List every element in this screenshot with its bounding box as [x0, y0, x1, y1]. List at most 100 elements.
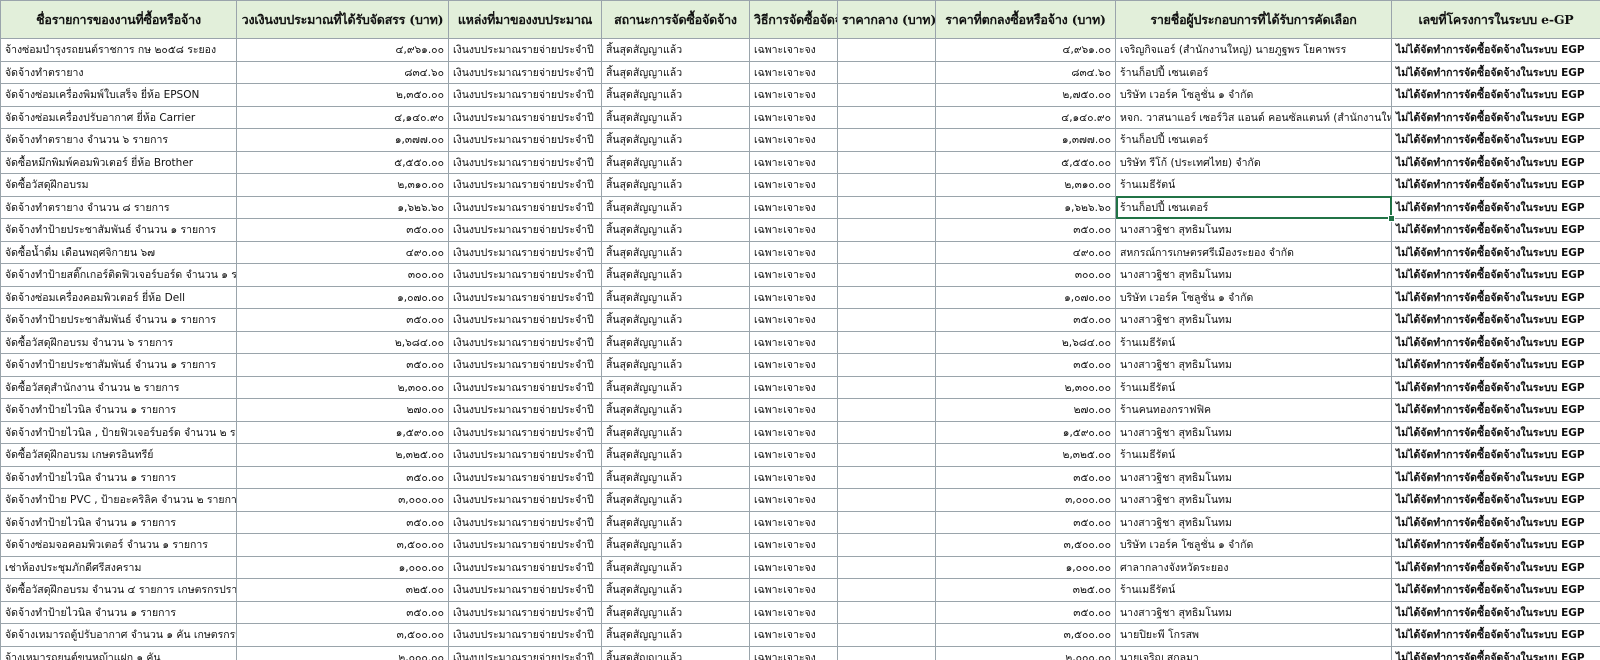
header-cell-status[interactable]: สถานะการจัดซื้อจัดจ้าง [601, 0, 750, 39]
cell-item-name[interactable]: จัดซื้อวัสดุสำนักงาน จำนวน ๒ รายการ [0, 375, 237, 399]
cell-vendor[interactable]: นางสาวฐิชา สุทธิมโนทม [1115, 465, 1392, 489]
cell-item-name[interactable]: จัดจ้างทำป้ายไวนิล จำนวน ๑ รายการ [0, 465, 237, 489]
cell-method[interactable]: เฉพาะเจาะจง [749, 375, 838, 399]
cell-budget-source[interactable]: เงินงบประมาณรายจ่ายประจำปี [448, 128, 602, 152]
cell-egp-number[interactable]: ไม่ได้จัดทำการจัดซื้อจัดจ้างในระบบ EGP [1391, 375, 1600, 399]
cell-egp-number[interactable]: ไม่ได้จัดทำการจัดซื้อจัดจ้างในระบบ EGP [1391, 600, 1600, 624]
cell-method[interactable]: เฉพาะเจาะจง [749, 488, 838, 512]
cell-budget[interactable]: ๑,๐๗๐.๐๐ [236, 285, 449, 309]
cell-item-name[interactable]: จัดจ้างทำป้ายไวนิล , ป้ายฟิวเจอร์บอร์ด จ… [0, 420, 237, 444]
cell-item-name[interactable]: จัดจ้างทำป้ายไวนิล จำนวน ๑ รายการ [0, 600, 237, 624]
cell-median-price[interactable] [837, 308, 936, 332]
cell-agreed-price[interactable]: ๘๓๔.๖๐ [935, 60, 1116, 84]
cell-item-name[interactable]: จัดจ้างทำตรายาง จำนวน ๖ รายการ [0, 128, 237, 152]
header-cell-method[interactable]: วิธีการจัดซื้อจัดจ้าง [749, 0, 838, 39]
cell-median-price[interactable] [837, 173, 936, 197]
cell-vendor[interactable]: นางสาวฐิชา สุทธิมโนทม [1115, 353, 1392, 377]
cell-status[interactable]: สิ้นสุดสัญญาแล้ว [601, 263, 750, 287]
cell-budget[interactable]: ๓๕๐.๐๐ [236, 600, 449, 624]
cell-item-name[interactable]: จัดจ้างซ่อมเครื่องคอมพิวเตอร์ ยี่ห้อ Del… [0, 285, 237, 309]
cell-method[interactable]: เฉพาะเจาะจง [749, 420, 838, 444]
cell-status[interactable]: สิ้นสุดสัญญาแล้ว [601, 555, 750, 579]
cell-median-price[interactable] [837, 150, 936, 174]
cell-budget-source[interactable]: เงินงบประมาณรายจ่ายประจำปี [448, 173, 602, 197]
cell-egp-number[interactable]: ไม่ได้จัดทำการจัดซื้อจัดจ้างในระบบ EGP [1391, 578, 1600, 602]
cell-budget[interactable]: ๕,๕๕๐.๐๐ [236, 150, 449, 174]
cell-agreed-price[interactable]: ๓๕๐.๐๐ [935, 600, 1116, 624]
cell-item-name[interactable]: จัดจ้างทำป้ายไวนิล จำนวน ๑ รายการ [0, 510, 237, 534]
cell-budget[interactable]: ๒๗๐.๐๐ [236, 398, 449, 422]
cell-median-price[interactable] [837, 240, 936, 264]
cell-budget[interactable]: ๒,๓๕๐.๐๐ [236, 83, 449, 107]
cell-method[interactable]: เฉพาะเจาะจง [749, 578, 838, 602]
cell-budget[interactable]: ๓๕๐.๐๐ [236, 465, 449, 489]
cell-budget-source[interactable]: เงินงบประมาณรายจ่ายประจำปี [448, 285, 602, 309]
cell-egp-number[interactable]: ไม่ได้จัดทำการจัดซื้อจัดจ้างในระบบ EGP [1391, 83, 1600, 107]
cell-vendor[interactable]: บริษัท เวอร์ค โซลูชั่น ๑ จำกัด [1115, 533, 1392, 557]
cell-agreed-price[interactable]: ๓,๐๐๐.๐๐ [935, 488, 1116, 512]
cell-agreed-price[interactable]: ๓๕๐.๐๐ [935, 353, 1116, 377]
header-cell-budget[interactable]: วงเงินงบประมาณที่ได้รับจัดสรร (บาท) [236, 0, 449, 39]
cell-status[interactable]: สิ้นสุดสัญญาแล้ว [601, 353, 750, 377]
cell-budget-source[interactable]: เงินงบประมาณรายจ่ายประจำปี [448, 240, 602, 264]
cell-egp-number[interactable]: ไม่ได้จัดทำการจัดซื้อจัดจ้างในระบบ EGP [1391, 645, 1600, 660]
cell-budget[interactable]: ๒,๓๑๐.๐๐ [236, 173, 449, 197]
cell-budget[interactable]: ๓๕๐.๐๐ [236, 510, 449, 534]
cell-method[interactable]: เฉพาะเจาะจง [749, 38, 838, 62]
cell-median-price[interactable] [837, 60, 936, 84]
cell-egp-number[interactable]: ไม่ได้จัดทำการจัดซื้อจัดจ้างในระบบ EGP [1391, 443, 1600, 467]
cell-median-price[interactable] [837, 105, 936, 129]
cell-agreed-price[interactable]: ๒,๓๐๐.๐๐ [935, 375, 1116, 399]
cell-vendor[interactable]: นางสาวฐิชา สุทธิมโนทม [1115, 600, 1392, 624]
cell-agreed-price[interactable]: ๓,๕๐๐.๐๐ [935, 533, 1116, 557]
cell-median-price[interactable] [837, 398, 936, 422]
header-cell-item-name[interactable]: ชื่อรายการของงานที่ซื้อหรือจ้าง [0, 0, 237, 39]
cell-budget-source[interactable]: เงินงบประมาณรายจ่ายประจำปี [448, 105, 602, 129]
cell-item-name[interactable]: จัดจ้างทำป้ายสติ๊กเกอร์ติดฟิวเจอร์บอร์ด … [0, 263, 237, 287]
cell-budget-source[interactable]: เงินงบประมาณรายจ่ายประจำปี [448, 150, 602, 174]
header-cell-agreed-price[interactable]: ราคาที่ตกลงซื้อหรือจ้าง (บาท) [935, 0, 1116, 39]
cell-method[interactable]: เฉพาะเจาะจง [749, 623, 838, 647]
cell-egp-number[interactable]: ไม่ได้จัดทำการจัดซื้อจัดจ้างในระบบ EGP [1391, 218, 1600, 242]
cell-method[interactable]: เฉพาะเจาะจง [749, 60, 838, 84]
cell-status[interactable]: สิ้นสุดสัญญาแล้ว [601, 285, 750, 309]
cell-agreed-price[interactable]: ๒,๓๒๕.๐๐ [935, 443, 1116, 467]
cell-agreed-price[interactable]: ๑,๖๒๖.๖๐ [935, 195, 1116, 219]
cell-budget-source[interactable]: เงินงบประมาณรายจ่ายประจำปี [448, 533, 602, 557]
cell-method[interactable]: เฉพาะเจาะจง [749, 600, 838, 624]
cell-budget-source[interactable]: เงินงบประมาณรายจ่ายประจำปี [448, 510, 602, 534]
cell-budget[interactable]: ๑,๓๗๗.๐๐ [236, 128, 449, 152]
cell-median-price[interactable] [837, 600, 936, 624]
cell-status[interactable]: สิ้นสุดสัญญาแล้ว [601, 173, 750, 197]
cell-budget-source[interactable]: เงินงบประมาณรายจ่ายประจำปี [448, 195, 602, 219]
cell-egp-number[interactable]: ไม่ได้จัดทำการจัดซื้อจัดจ้างในระบบ EGP [1391, 623, 1600, 647]
header-cell-budget-source[interactable]: แหล่งที่มาของงบประมาณ [448, 0, 602, 39]
cell-median-price[interactable] [837, 83, 936, 107]
cell-item-name[interactable]: จ้างเหมารถยนต์ขนหญ้าแฝก ๑ คัน [0, 645, 237, 660]
cell-budget-source[interactable]: เงินงบประมาณรายจ่ายประจำปี [448, 600, 602, 624]
cell-item-name[interactable]: จัดจ้างทำป้ายไวนิล จำนวน ๑ รายการ [0, 398, 237, 422]
cell-method[interactable]: เฉพาะเจาะจง [749, 510, 838, 534]
cell-status[interactable]: สิ้นสุดสัญญาแล้ว [601, 600, 750, 624]
cell-item-name[interactable]: จัดจ้างทำป้าย PVC , ป้ายอะคริลิค จำนวน ๒… [0, 488, 237, 512]
cell-vendor[interactable]: นางสาวฐิชา สุทธิมโนทม [1115, 488, 1392, 512]
cell-item-name[interactable]: จัดจ้างทำป้ายประชาสัมพันธ์ จำนวน ๑ รายกา… [0, 353, 237, 377]
cell-budget-source[interactable]: เงินงบประมาณรายจ่ายประจำปี [448, 465, 602, 489]
cell-median-price[interactable] [837, 218, 936, 242]
cell-median-price[interactable] [837, 420, 936, 444]
cell-budget-source[interactable]: เงินงบประมาณรายจ่ายประจำปี [448, 488, 602, 512]
cell-vendor[interactable]: ร้านเมธีรัตน์ [1115, 330, 1392, 354]
cell-vendor[interactable]: หจก. วาสนาแอร์ เซอร์วิส แอนด์ คอนซัลแตนท… [1115, 105, 1392, 129]
cell-budget[interactable]: ๓๒๕.๐๐ [236, 578, 449, 602]
cell-median-price[interactable] [837, 533, 936, 557]
cell-method[interactable]: เฉพาะเจาะจง [749, 105, 838, 129]
cell-method[interactable]: เฉพาะเจาะจง [749, 195, 838, 219]
cell-agreed-price[interactable]: ๒,๖๘๔.๐๐ [935, 330, 1116, 354]
cell-vendor[interactable]: นางสาวฐิชา สุทธิมโนทม [1115, 510, 1392, 534]
cell-item-name[interactable]: จัดจ้างทำป้ายประชาสัมพันธ์ จำนวน ๑ รายกา… [0, 218, 237, 242]
cell-vendor[interactable]: นางสาวฐิชา สุทธิมโนทม [1115, 420, 1392, 444]
cell-budget[interactable]: ๓,๕๐๐.๐๐ [236, 533, 449, 557]
cell-budget[interactable]: ๑,๕๙๐.๐๐ [236, 420, 449, 444]
cell-method[interactable]: เฉพาะเจาะจง [749, 308, 838, 332]
cell-budget[interactable]: ๓๕๐.๐๐ [236, 353, 449, 377]
